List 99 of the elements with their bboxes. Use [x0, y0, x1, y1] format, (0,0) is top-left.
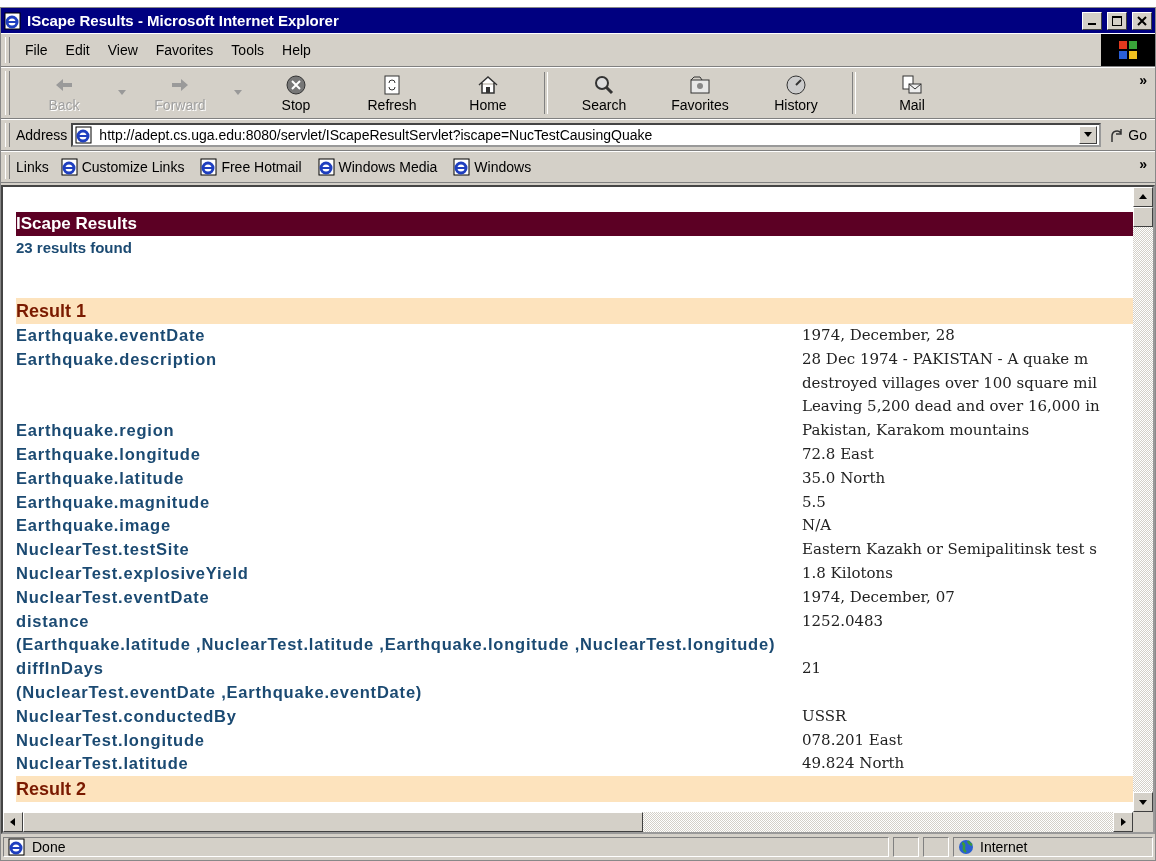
status-text: Done	[32, 839, 66, 855]
field-value: 28 Dec 1974 - PAKISTAN - A quake m	[802, 348, 1090, 370]
field-value: 21	[802, 658, 823, 680]
globe-icon	[958, 839, 974, 855]
field-value: Eastern Kazakh or Semipalitinsk test s	[802, 539, 1099, 561]
field-value: N/A	[802, 515, 833, 537]
page-icon	[75, 126, 94, 144]
field-label: Earthquake.description	[16, 348, 218, 370]
field-label: Earthquake.region	[16, 420, 176, 442]
window-title: IScape Results - Microsoft Internet Explorer	[27, 12, 340, 29]
scroll-right-button[interactable]	[1113, 812, 1133, 832]
field-label: NuclearTest.explosiveYield	[16, 562, 250, 584]
field-value: 1252.0483	[802, 610, 885, 632]
menu-item[interactable]: View	[98, 40, 147, 60]
scroll-thumb[interactable]	[1133, 207, 1153, 227]
address-label: Address	[16, 127, 68, 143]
scroll-up-button[interactable]	[1133, 187, 1153, 207]
menu-item[interactable]: Favorites	[146, 40, 223, 60]
field-value: 1974, December, 07	[802, 586, 956, 608]
scroll-down-button[interactable]	[1133, 792, 1153, 812]
page-heading: IScape Results	[16, 212, 1133, 236]
dropdown-button[interactable]	[1079, 126, 1098, 144]
menu-item[interactable]: Edit	[56, 40, 99, 60]
toolbar-button[interactable]: Search	[556, 71, 652, 115]
field-label: NuclearTest.longitude	[16, 729, 206, 751]
field-value: USSR	[802, 705, 848, 727]
minimize-button[interactable]	[1082, 11, 1102, 30]
page-icon	[200, 158, 219, 176]
page-icon	[60, 158, 79, 176]
result-header: Result 2	[16, 776, 1133, 803]
page-icon	[453, 158, 472, 176]
field-value: 5.5	[802, 491, 827, 513]
more-button[interactable]: »	[1131, 152, 1155, 176]
link-button[interactable]: Windows	[445, 158, 540, 176]
home-icon	[476, 73, 500, 97]
menu-item[interactable]: Tools	[222, 40, 274, 60]
status-panel	[893, 837, 919, 857]
app-icon	[4, 11, 22, 30]
field-label: Earthquake.image	[16, 515, 172, 537]
field-label: Earthquake.magnitude	[16, 491, 211, 513]
arrow-icon	[9, 818, 17, 826]
field-label: Earthquake.longitude	[16, 444, 202, 465]
field-value: 72.8 East	[802, 444, 875, 465]
toolbar-button[interactable]: Stop	[248, 71, 344, 115]
toolbar-button[interactable]: History	[748, 71, 844, 115]
minimize-icon	[1088, 23, 1096, 25]
arrow-icon	[1139, 193, 1147, 201]
link-button[interactable]: Customize Links	[52, 158, 193, 176]
scroll-thumb[interactable]	[23, 812, 643, 832]
link-button[interactable]: Windows Media	[309, 158, 446, 176]
field-value: 078.201 East	[802, 729, 904, 751]
toolbar-button[interactable]: Refresh	[344, 71, 440, 115]
maximize-button[interactable]	[1107, 11, 1127, 30]
caret-icon	[1084, 132, 1093, 138]
field-label: Earthquake.latitude	[16, 467, 186, 489]
stop-icon	[284, 73, 308, 97]
field-label: (Earthquake.latitude ,NuclearTest.latitude ,Earthquake.longitude ,NuclearTest.longitude)	[16, 634, 777, 656]
result-count: 23 results found	[16, 238, 133, 258]
toolbar-button[interactable]: Favorites	[652, 71, 748, 115]
menu-item[interactable]: Help	[273, 40, 320, 60]
field-label: NuclearTest.eventDate	[16, 586, 211, 608]
field-value: Leaving 5,200 dead and over 16,000 in	[802, 396, 1101, 418]
search-icon	[592, 73, 616, 97]
toolbar-button[interactable]: Mail	[864, 71, 960, 115]
page-icon	[317, 158, 336, 176]
status-panel	[923, 837, 949, 857]
links-label: Links	[16, 159, 49, 175]
field-value: 35.0 North	[802, 467, 887, 489]
toolbar-button[interactable]: Home	[440, 71, 536, 115]
favorites-icon	[688, 73, 712, 97]
field-value: Pakistan, Karakom mountains	[802, 420, 1031, 442]
field-label: NuclearTest.testSite	[16, 539, 191, 561]
arrow-icon	[1119, 818, 1127, 826]
link-button[interactable]: Free Hotmail	[192, 158, 310, 176]
field-label: NuclearTest.latitude	[16, 753, 190, 775]
windows-logo-icon	[1101, 34, 1155, 66]
menu-item[interactable]: File	[16, 40, 57, 60]
field-label: NuclearTest.conductedBy	[16, 705, 238, 727]
scroll-left-button[interactable]	[3, 812, 23, 832]
field-label: Earthquake.eventDate	[16, 325, 207, 346]
address-field[interactable]: http://adept.cs.uga.edu:8080/servlet/IScapeResultServlet?iscape=NucTestCausingQuake	[71, 123, 1102, 147]
zone-text: Internet	[980, 839, 1028, 855]
field-value: 1974, December, 28	[802, 325, 956, 346]
mail-icon	[900, 73, 924, 97]
result-header: Result 1	[16, 298, 1133, 324]
close-icon	[1137, 15, 1147, 26]
more-button[interactable]: »	[1131, 68, 1155, 92]
field-label: diffInDays	[16, 658, 105, 680]
history-icon	[784, 73, 808, 97]
close-button[interactable]	[1132, 11, 1152, 30]
field-value: 1.8 Kilotons	[802, 562, 894, 584]
field-label: distance	[16, 610, 91, 632]
maximize-icon	[1112, 15, 1122, 26]
arrow-icon	[1139, 798, 1147, 806]
field-value: 49.824 North	[802, 753, 906, 775]
go-button[interactable]: Go	[1101, 127, 1155, 143]
page-icon	[8, 838, 26, 856]
field-label: (NuclearTest.eventDate ,Earthquake.eventDate)	[16, 681, 424, 703]
field-value: destroyed villages over 100 square mil	[802, 372, 1099, 394]
